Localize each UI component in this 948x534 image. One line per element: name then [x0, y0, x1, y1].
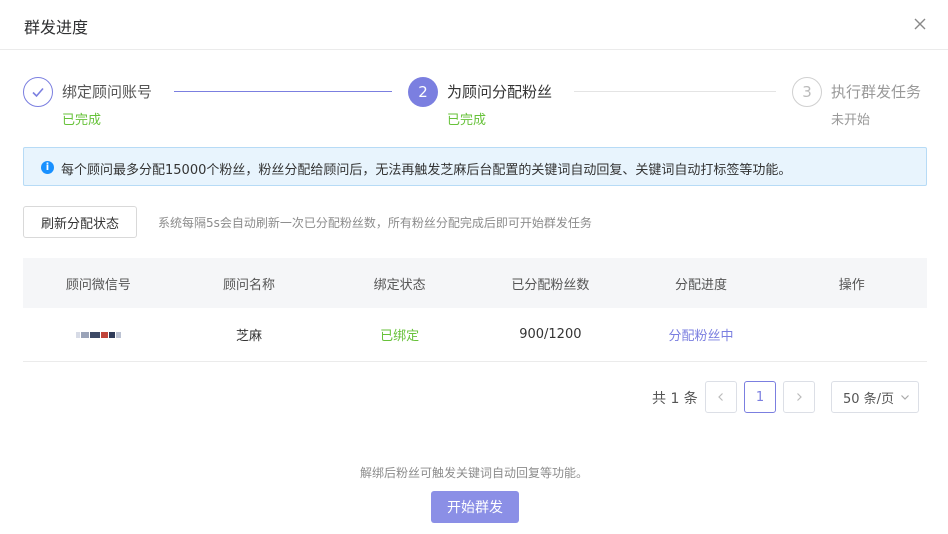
- cell-progress: 分配粉丝中: [668, 329, 734, 344]
- col-wechat-id: 顾问微信号: [65, 277, 131, 293]
- advisor-table: 顾问微信号 顾问名称 绑定状态 已分配粉丝数 分配进度 操作 芝麻 已绑定 90…: [23, 258, 927, 362]
- chevron-down-icon: [901, 395, 909, 400]
- step-2-number: 2: [408, 77, 438, 107]
- cell-actions: [776, 308, 927, 361]
- prev-page-button[interactable]: [705, 381, 737, 413]
- step-1-check-icon: [23, 77, 53, 107]
- alert-text: 每个顾问最多分配15000个粉丝，粉丝分配给顾问后，无法再触发芝麻后台配置的关键…: [61, 163, 792, 178]
- step-3-number: 3: [792, 77, 822, 107]
- dialog-title: 群发进度: [24, 18, 89, 37]
- table-header: 顾问微信号 顾问名称 绑定状态 已分配粉丝数 分配进度 操作: [23, 258, 927, 308]
- step-3-title: 执行群发任务: [831, 83, 922, 101]
- refresh-status-button[interactable]: 刷新分配状态: [23, 206, 137, 238]
- table-row: 芝麻 已绑定 900/1200 分配粉丝中: [23, 308, 927, 362]
- cell-bind-status: 已绑定: [380, 329, 420, 344]
- col-progress: 分配进度: [675, 277, 728, 293]
- cell-wechat-id-blurred: [23, 308, 174, 361]
- col-bind-status: 绑定状态: [373, 277, 426, 293]
- cell-advisor-name: 芝麻: [236, 329, 263, 344]
- step-connector-2: [574, 91, 776, 92]
- dialog-header: 群发进度: [0, 0, 948, 50]
- start-broadcast-button[interactable]: 开始群发: [431, 491, 519, 523]
- col-actions: 操作: [838, 277, 865, 293]
- col-advisor-name: 顾问名称: [223, 277, 276, 293]
- step-connector-1: [174, 91, 392, 92]
- step-1-status: 已完成: [62, 113, 102, 128]
- next-page-button[interactable]: [783, 381, 815, 413]
- blurred-wechat-id: [75, 331, 121, 338]
- page-1-button[interactable]: 1: [744, 381, 776, 413]
- steps-bar: 绑定顾问账号 已完成 2 为顾问分配粉丝 已完成 3 执行群发任务 未开始: [0, 72, 948, 132]
- cell-fans-count: 900/1200: [519, 327, 582, 342]
- step-3-status: 未开始: [831, 113, 871, 128]
- chevron-right-icon: [797, 393, 802, 401]
- pagination-total: 共 1 条: [652, 391, 698, 407]
- close-icon[interactable]: [910, 14, 930, 34]
- step-2-title: 为顾问分配粉丝: [447, 83, 553, 101]
- info-icon: i: [41, 161, 54, 174]
- step-2-status: 已完成: [447, 113, 487, 128]
- page-size-select[interactable]: 50 条/页: [831, 381, 919, 413]
- footer-note: 解绑后粉丝可触发关键词自动回复等功能。: [359, 466, 588, 480]
- page-size-value: 50 条/页: [843, 391, 895, 407]
- chevron-left-icon: [718, 393, 723, 401]
- step-1-title: 绑定顾问账号: [62, 83, 153, 101]
- refresh-note: 系统每隔5s会自动刷新一次已分配粉丝数，所有粉丝分配完成后即可开始群发任务: [158, 216, 592, 230]
- col-fans-count: 已分配粉丝数: [511, 277, 590, 293]
- info-alert: i 每个顾问最多分配15000个粉丝，粉丝分配给顾问后，无法再触发芝麻后台配置的…: [23, 147, 927, 186]
